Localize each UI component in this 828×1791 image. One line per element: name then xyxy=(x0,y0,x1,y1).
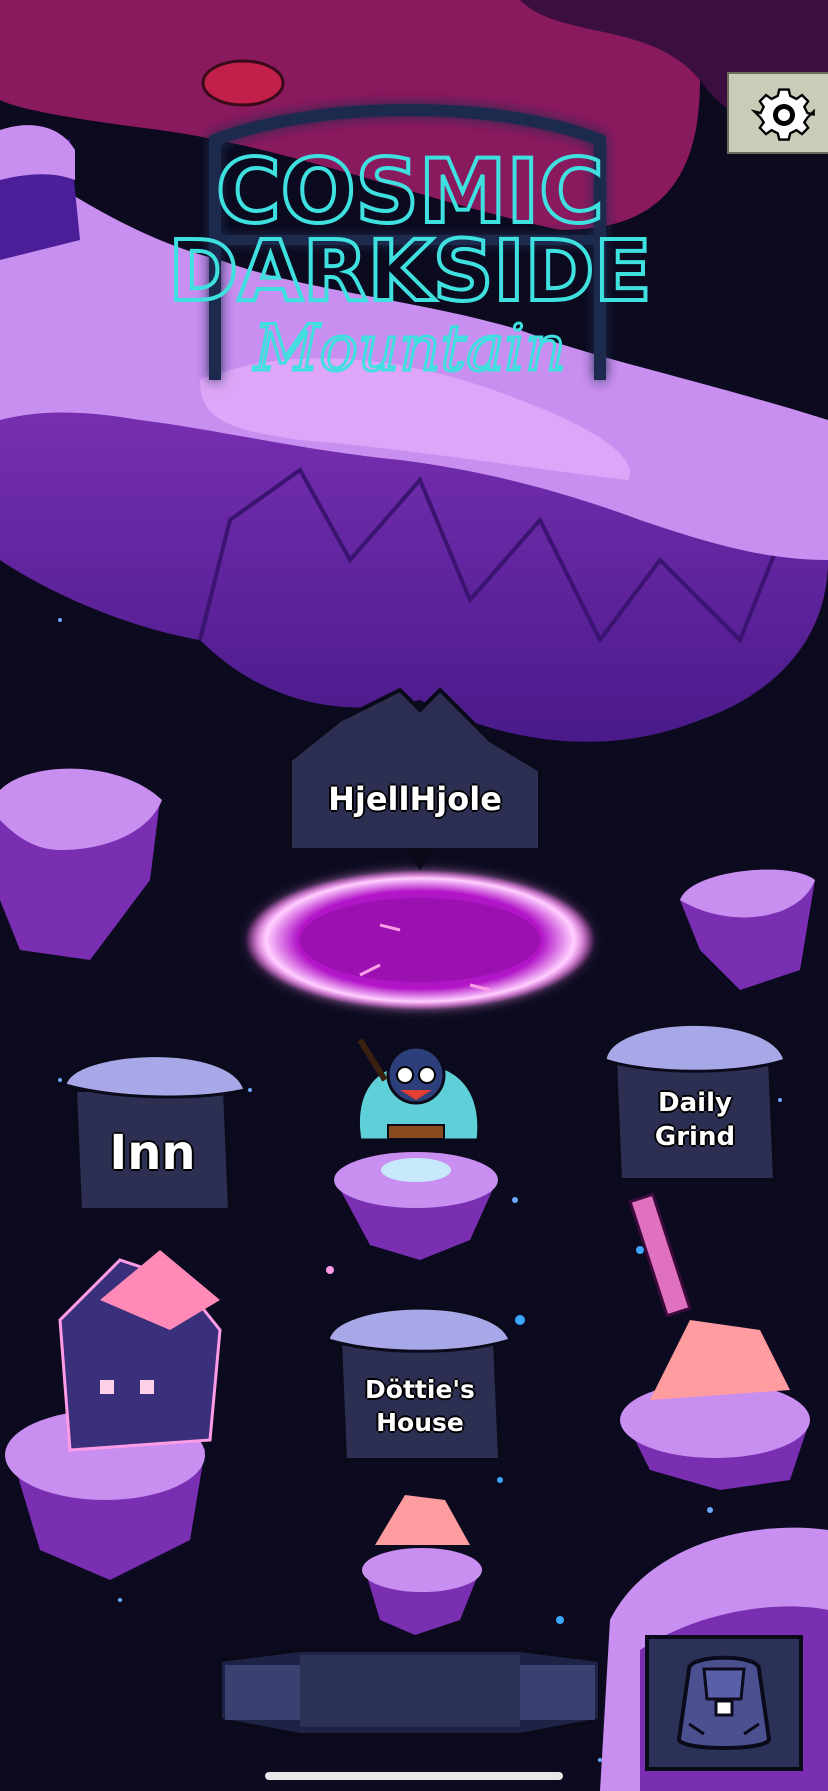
home-indicator xyxy=(265,1772,563,1780)
settings-button[interactable] xyxy=(727,72,828,154)
game-scene: COSMIC DARKSIDE Mountain xyxy=(0,0,828,1791)
bottom-bar xyxy=(218,1648,602,1737)
daily-grind-line2: Grind xyxy=(654,1122,736,1152)
backpack-icon xyxy=(676,1655,772,1750)
dotties-house-line2: House xyxy=(376,1408,464,1437)
inn-label: Inn xyxy=(109,1125,196,1181)
daily-grind-label: Daily Grind xyxy=(615,1088,775,1152)
title-line3: Mountain xyxy=(253,312,566,386)
title-line2: DARKSIDE xyxy=(168,222,651,320)
gear-icon xyxy=(750,88,815,141)
portal[interactable] xyxy=(245,870,595,1010)
dotties-house-label: Döttie's House xyxy=(340,1375,500,1437)
daily-grind-line1: Daily xyxy=(658,1088,732,1118)
hjellhjole-label: HjellHjole xyxy=(328,780,502,818)
dotties-house-line1: Döttie's xyxy=(365,1375,475,1404)
inventory-button[interactable] xyxy=(645,1635,803,1771)
